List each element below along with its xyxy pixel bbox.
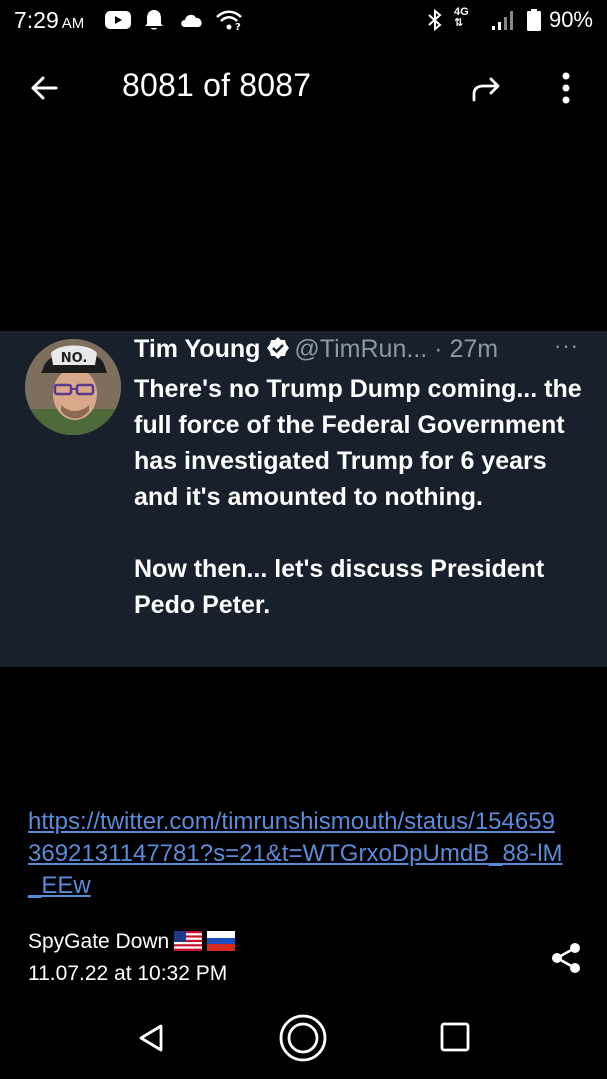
avatar-cap-text: NO. [61,351,88,366]
system-nav-bar [0,1000,607,1079]
nav-back-icon[interactable] [132,1018,172,1058]
sender-label: SpyGate Down [28,930,170,953]
verified-badge-icon [267,337,290,359]
app-bar: 8081 of 8087 [0,52,607,124]
tweet-body: There's no Trump Dump coming... the full… [134,371,594,659]
bluetooth-icon [428,8,442,32]
tweet-handle: @TimRun... [294,335,428,363]
page-title: 8081 of 8087 [122,67,312,103]
overflow-menu-icon[interactable] [551,68,581,108]
network-4g-icon: 4G ⇅ [454,6,469,29]
tweet-header: Tim Young @TimRun... · 27m [134,335,498,364]
cloud-icon [181,14,202,27]
tweet-more-icon: ··· [554,333,579,358]
sender-name: SpyGate Down [28,930,236,954]
share-icon[interactable] [548,940,584,976]
status-ampm: AM [61,15,85,32]
svg-text:?: ? [235,22,241,32]
status-bar: 7:29 AM ? 4G ⇅ 90% [0,0,607,40]
russia-flag-icon [207,931,236,951]
wifi-question-icon: ? [216,10,242,32]
message-timestamp: 11.07.22 at 10:32 PM [28,962,228,985]
tweet-paragraph: There's no Trump Dump coming... the full… [134,375,582,511]
avatar: NO. [25,339,121,435]
nav-home-icon[interactable] [277,1012,329,1064]
battery-icon [527,9,541,31]
battery-percent: 90% [548,7,593,32]
status-time: 7:29 AM [14,7,85,33]
nav-recents-icon[interactable] [438,1020,472,1054]
back-arrow-icon[interactable] [26,68,66,108]
us-flag-icon [174,931,203,951]
youtube-icon [105,11,131,29]
signal-icon [492,11,513,30]
tweet-image[interactable]: NO. Tim Young @TimRun... · 27m ··· There'… [0,331,607,667]
tweet-author-name: Tim Young [134,335,261,363]
notification-bell-icon [145,10,163,30]
forward-share-icon[interactable] [466,70,506,110]
tweet-paragraph: Now then... let's discuss President Pedo… [134,555,545,619]
tweet-time: · 27m [434,335,499,363]
tweet-link[interactable]: https://twitter.com/timrunshismouth/stat… [28,806,568,902]
